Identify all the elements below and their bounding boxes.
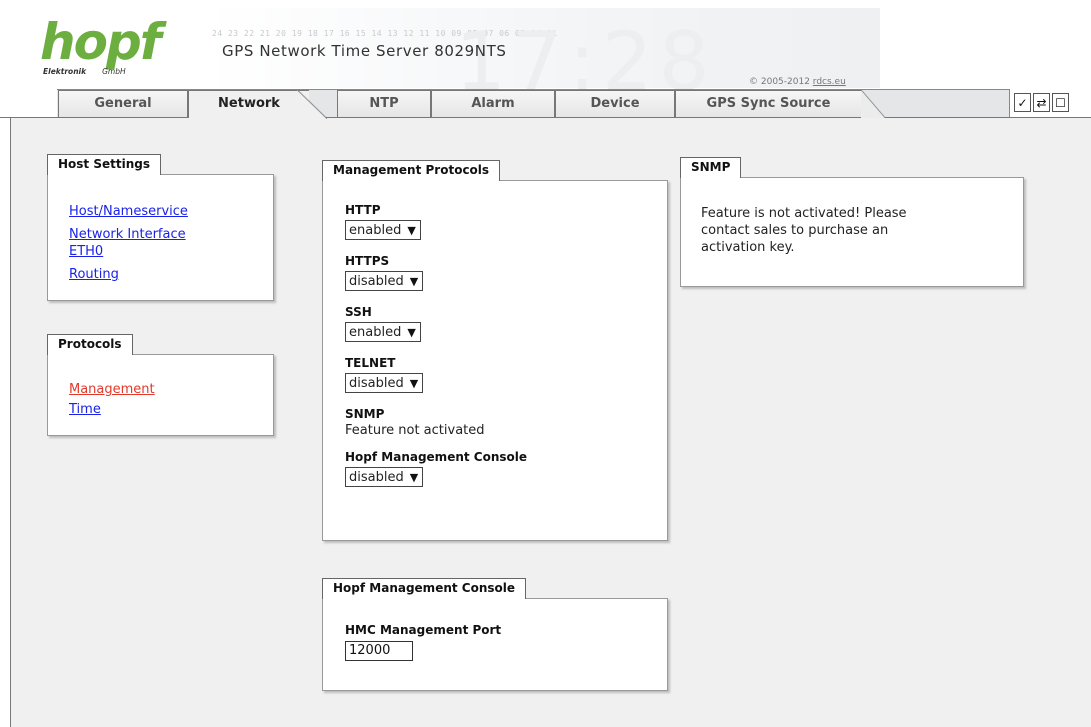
management-protocols-title: Management Protocols	[322, 160, 501, 181]
link-routing[interactable]: Routing	[69, 266, 188, 283]
link-management[interactable]: Management	[69, 381, 155, 398]
snmp-label: SNMP	[345, 407, 385, 421]
logo-sub-left: Elektronik	[43, 67, 87, 76]
telnet-select[interactable]: disabled ▼	[345, 373, 424, 393]
copyright-text: © 2005-2012	[749, 77, 813, 87]
hmc-port-label: HMC Management Port	[345, 623, 502, 637]
hmc-value: disabled	[349, 469, 404, 485]
host-settings-title: Host Settings	[47, 154, 161, 175]
http-value: enabled	[349, 222, 402, 238]
chevron-down-icon: ▼	[409, 376, 419, 390]
protocols-title: Protocols	[47, 334, 133, 355]
snmp-status-text: Feature not activated	[345, 423, 485, 438]
hmc-title: Hopf Management Console	[322, 578, 527, 599]
tab-alarm[interactable]: Alarm	[431, 90, 555, 117]
protocols-panel: Protocols Management Time	[47, 334, 274, 436]
tab-network[interactable]: Network	[188, 90, 327, 119]
telnet-value: disabled	[349, 375, 404, 391]
product-title: GPS Network Time Server 8029NTS	[222, 42, 507, 60]
tab-bar: General Network NTP Alarm Device GPS Syn…	[0, 88, 1091, 119]
chevron-down-icon: ▼	[407, 325, 416, 339]
snmp-panel: SNMP Feature is not activated! Please co…	[680, 157, 1024, 287]
chevron-down-icon: ▼	[409, 274, 419, 288]
http-select[interactable]: enabled ▼	[345, 220, 421, 240]
snmp-body: Feature is not activated! Please contact…	[680, 177, 1024, 287]
telnet-label: TELNET	[345, 356, 396, 370]
logo: hopf	[40, 13, 161, 71]
ssh-label: SSH	[345, 305, 372, 319]
chevron-down-icon: ▼	[407, 223, 416, 237]
reload-icon[interactable]: ⇄	[1033, 93, 1050, 112]
hmc-select[interactable]: disabled ▼	[345, 467, 424, 487]
snmp-message: Feature is not activated! Please contact…	[701, 205, 907, 256]
tab-general[interactable]: General	[58, 90, 188, 117]
header: 24 23 22 21 20 19 18 17 16 15 14 13 12 1…	[0, 0, 1091, 102]
link-time[interactable]: Time	[69, 401, 155, 418]
save-icon[interactable]: ☐	[1052, 93, 1069, 112]
snmp-title: SNMP	[680, 157, 742, 178]
link-host-nameservice[interactable]: Host/Nameservice	[69, 203, 188, 220]
protocols-body: Management Time	[47, 354, 274, 436]
logo-subtitle: Elektronik GmbH	[43, 67, 126, 76]
http-label: HTTP	[345, 203, 381, 217]
management-protocols-body: HTTP enabled ▼ HTTPS disabled ▼ SSH enable…	[322, 180, 668, 541]
hmc-label: Hopf Management Console	[345, 450, 528, 464]
hmc-port-input[interactable]: 12000	[345, 641, 413, 661]
ssh-select[interactable]: enabled ▼	[345, 322, 421, 342]
content-area: Host Settings Host/Nameservice Network I…	[10, 118, 1091, 727]
ssh-value: enabled	[349, 324, 402, 340]
host-settings-body: Host/Nameservice Network Interface ETH0 …	[47, 174, 274, 301]
tab-device[interactable]: Device	[555, 90, 675, 117]
snmp-message-line-1: Feature is not activated! Please	[701, 206, 907, 221]
chevron-down-icon: ▼	[409, 470, 419, 484]
copyright: © 2005-2012 rdcs.eu	[749, 77, 846, 87]
management-protocols-panel: Management Protocols HTTP enabled ▼ HTTPS…	[322, 160, 668, 541]
snmp-message-line-3: activation key.	[701, 240, 795, 255]
tab-ntp[interactable]: NTP	[337, 90, 431, 117]
snmp-message-line-2: contact sales to purchase an	[701, 223, 889, 238]
https-value: disabled	[349, 273, 404, 289]
https-label: HTTPS	[345, 254, 390, 268]
link-network-interface[interactable]: Network Interface	[69, 226, 188, 243]
logo-sub-right: GmbH	[102, 67, 126, 76]
copyright-link[interactable]: rdcs.eu	[813, 77, 846, 87]
host-settings-panel: Host Settings Host/Nameservice Network I…	[47, 154, 274, 301]
toolbar: ✓ ⇄ ☐	[1014, 93, 1069, 115]
tab-gps-sync-source[interactable]: GPS Sync Source	[675, 90, 885, 118]
check-icon[interactable]: ✓	[1014, 93, 1031, 112]
https-select[interactable]: disabled ▼	[345, 271, 424, 291]
hmc-body: HMC Management Port 12000	[322, 598, 668, 691]
hmc-panel: Hopf Management Console HMC Management P…	[322, 578, 668, 691]
link-eth0[interactable]: ETH0	[69, 243, 188, 260]
